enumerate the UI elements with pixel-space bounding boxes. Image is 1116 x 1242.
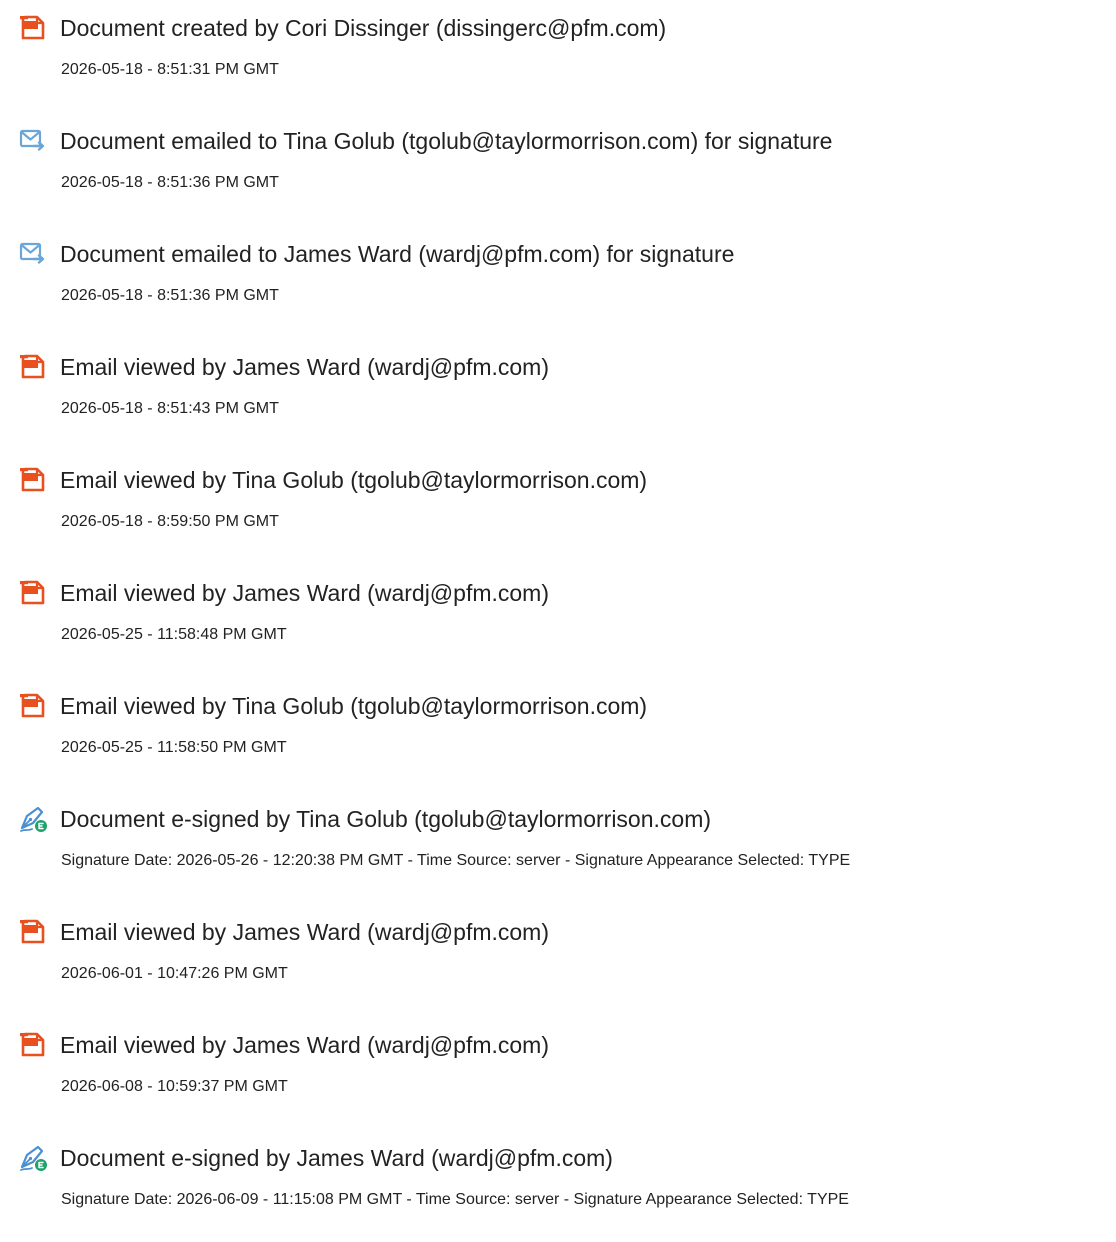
event-title: Document emailed to James Ward (wardj@pf… [60,241,735,267]
event-timestamp: 2026-05-18 - 8:51:36 PM GMT [61,174,279,191]
event-title: Document emailed to Tina Golub (tgolub@t… [60,128,833,154]
event-title: Document e-signed by James Ward (wardj@p… [60,1145,613,1171]
document-viewed-icon [18,917,48,947]
event-timestamp: 2026-05-18 - 8:51:43 PM GMT [61,400,279,417]
audit-event-item: Email viewed by James Ward (wardj@pfm.co… [0,577,1116,677]
e-sign-pen-icon [18,804,48,834]
document-created-icon [18,13,48,43]
event-timestamp: 2026-05-18 - 8:59:50 PM GMT [61,513,279,530]
audit-event-item: Document e-signed by James Ward (wardj@p… [0,1142,1116,1242]
event-title: Email viewed by James Ward (wardj@pfm.co… [60,580,549,606]
event-timestamp: 2026-05-25 - 11:58:50 PM GMT [61,739,287,756]
document-viewed-icon [18,1030,48,1060]
audit-event-item: Email viewed by James Ward (wardj@pfm.co… [0,916,1116,1016]
document-viewed-icon [18,691,48,721]
event-signature-details: Signature Date: 2026-06-09 - 11:15:08 PM… [61,1191,849,1208]
email-sent-icon [18,126,48,156]
event-timestamp: 2026-06-01 - 10:47:26 PM GMT [61,965,288,982]
audit-event-item: Email viewed by Tina Golub (tgolub@taylo… [0,690,1116,790]
event-timestamp: 2026-05-25 - 11:58:48 PM GMT [61,626,287,643]
document-viewed-icon [18,465,48,495]
audit-event-item: Document e-signed by Tina Golub (tgolub@… [0,803,1116,903]
event-title: Email viewed by Tina Golub (tgolub@taylo… [60,467,648,493]
event-timestamp: 2026-05-18 - 8:51:36 PM GMT [61,287,279,304]
audit-event-item: Email viewed by Tina Golub (tgolub@taylo… [0,464,1116,564]
audit-event-item: Email viewed by James Ward (wardj@pfm.co… [0,1029,1116,1129]
event-title: Document e-signed by Tina Golub (tgolub@… [60,806,712,832]
audit-event-item: Document emailed to Tina Golub (tgolub@t… [0,125,1116,225]
event-timestamp: 2026-05-18 - 8:51:31 PM GMT [61,61,279,78]
event-title: Email viewed by James Ward (wardj@pfm.co… [60,1032,549,1058]
audit-event-item: Document created by Cori Dissinger (diss… [0,12,1116,112]
e-sign-pen-icon [18,1143,48,1173]
document-viewed-icon [18,578,48,608]
event-title: Document created by Cori Dissinger (diss… [60,15,667,41]
audit-event-item: Email viewed by James Ward (wardj@pfm.co… [0,351,1116,451]
document-viewed-icon [18,352,48,382]
event-title: Email viewed by James Ward (wardj@pfm.co… [60,919,549,945]
event-title: Email viewed by James Ward (wardj@pfm.co… [60,354,549,380]
event-signature-details: Signature Date: 2026-05-26 - 12:20:38 PM… [61,852,851,869]
email-sent-icon [18,239,48,269]
event-timestamp: 2026-06-08 - 10:59:37 PM GMT [61,1078,288,1095]
event-title: Email viewed by Tina Golub (tgolub@taylo… [60,693,648,719]
audit-event-item: Document emailed to James Ward (wardj@pf… [0,238,1116,338]
